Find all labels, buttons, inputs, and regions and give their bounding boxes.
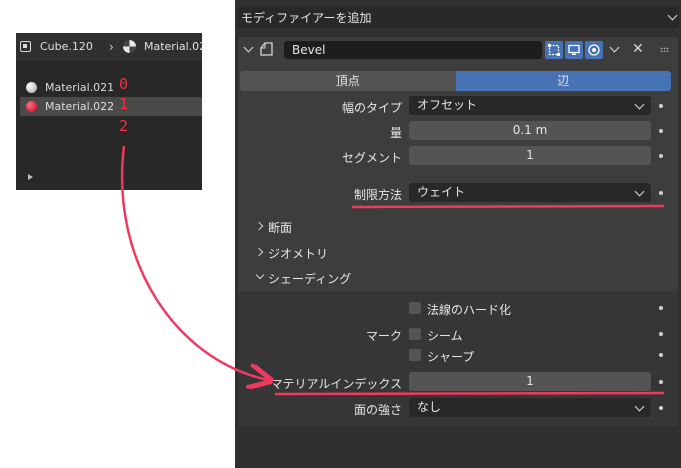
width-type-label: 幅のタイプ — [341, 101, 402, 115]
limit-method-label: 制限方法 — [353, 188, 402, 202]
tab-edges[interactable]: 辺 — [455, 71, 671, 91]
bevel-modifier-icon — [259, 42, 273, 56]
limit-method-value: ウェイト — [417, 185, 466, 199]
subpanel-shading-label: シェーディング — [268, 272, 352, 286]
subpanel-geometry[interactable]: ジオメトリ — [254, 244, 456, 262]
material-index-field[interactable]: 1 — [409, 372, 651, 391]
drag-handle-icon[interactable] — [660, 47, 669, 52]
material-slot-label: Material.021 — [45, 81, 115, 94]
edit-mode-toggle-icon[interactable] — [545, 41, 563, 59]
modifier-menu-chevron-icon[interactable] — [609, 42, 620, 53]
mark-sharp-checkbox[interactable] — [409, 349, 421, 361]
tab-vertices[interactable]: 頂点 — [240, 71, 456, 91]
expand-triangle-icon[interactable] — [28, 174, 33, 180]
affect-tabs: 頂点 辺 — [240, 71, 671, 91]
chevron-right-icon — [254, 221, 264, 231]
material-preview-icon — [26, 82, 37, 93]
slot-index-annotation-0: 0 — [119, 75, 129, 93]
material-sphere-icon — [123, 40, 136, 53]
segments-field[interactable]: 1 — [409, 146, 651, 165]
chevron-right-icon — [254, 247, 264, 257]
material-breadcrumb: Cube.120 › Material.02 — [16, 33, 202, 61]
material-slot-0[interactable]: Material.021 — [20, 78, 202, 97]
material-index-label: マテリアルインデックス — [270, 377, 402, 391]
face-strength-dropdown[interactable]: なし — [409, 398, 651, 417]
shading-subpanel-body: 法線のハード化 マーク シーム シャープ マテリアルインデックス 1 面の強さ … — [238, 291, 678, 427]
keyframe-dot-icon[interactable] — [659, 191, 663, 195]
keyframe-dot-icon[interactable] — [659, 380, 663, 384]
bevel-modifier-box: Bevel ✕ 頂点 辺 幅のタイプ オフセット 量 0.1 m セグメント 1… — [238, 37, 678, 427]
slot-index-annotation-2: 2 — [119, 117, 129, 135]
chevron-down-icon — [634, 186, 645, 197]
material-preview-icon — [26, 101, 37, 112]
keyframe-dot-icon[interactable] — [659, 129, 663, 133]
mark-seam-label: シーム — [427, 329, 463, 343]
face-strength-label: 面の強さ — [353, 403, 402, 417]
viewport-display-toggle-icon[interactable] — [565, 41, 583, 59]
keyframe-dot-icon[interactable] — [659, 104, 663, 108]
mark-sharp-label: シャープ — [427, 350, 475, 364]
limit-method-dropdown[interactable]: ウェイト — [409, 183, 651, 202]
close-icon[interactable]: ✕ — [632, 41, 644, 57]
mark-label: マーク — [365, 329, 402, 343]
render-toggle-icon[interactable] — [585, 41, 603, 59]
add-modifier-label: モディファイアーを追加 — [241, 10, 372, 25]
breadcrumb-chevron-icon: › — [109, 40, 114, 54]
keyframe-dot-icon[interactable] — [659, 332, 663, 336]
subpanel-geometry-label: ジオメトリ — [268, 247, 329, 261]
material-slot-1[interactable]: Material.022 — [20, 97, 202, 116]
mesh-object-icon — [20, 41, 31, 52]
subpanel-shading[interactable]: シェーディング — [255, 269, 456, 287]
chevron-down-icon — [255, 270, 265, 280]
chevron-down-icon — [634, 99, 645, 110]
harden-normals-label: 法線のハード化 — [427, 303, 512, 317]
harden-normals-checkbox[interactable] — [409, 302, 421, 314]
modifier-properties-panel: モディファイアーを追加 Bevel ✕ 頂点 辺 幅のタイプ オフセット 量 0… — [235, 0, 681, 468]
face-strength-value: なし — [417, 400, 442, 414]
object-name: Cube.120 — [40, 40, 93, 53]
amount-label: 量 — [389, 126, 402, 140]
chevron-down-icon — [667, 10, 678, 21]
modifier-name-field[interactable]: Bevel — [284, 41, 542, 59]
add-modifier-menu[interactable]: モディファイアーを追加 — [237, 6, 679, 28]
mark-seam-checkbox[interactable] — [409, 328, 421, 340]
material-slot-label: Material.022 — [45, 100, 115, 113]
keyframe-dot-icon[interactable] — [659, 353, 663, 357]
width-type-dropdown[interactable]: オフセット — [409, 96, 651, 115]
width-type-value: オフセット — [417, 98, 478, 112]
slot-index-annotation-1: 1 — [119, 95, 129, 113]
keyframe-dot-icon[interactable] — [659, 406, 663, 410]
modifier-header: Bevel ✕ — [238, 37, 678, 65]
material-slot-panel: Cube.120 › Material.02 Material.021 Mate… — [16, 33, 202, 190]
keyframe-dot-icon[interactable] — [659, 306, 663, 310]
collapse-chevron-icon[interactable] — [243, 42, 254, 53]
material-slot-list: Material.021 Material.022 — [20, 78, 202, 116]
subpanel-profile[interactable]: 断面 — [254, 218, 456, 236]
segments-label: セグメント — [341, 151, 402, 165]
subpanel-profile-label: 断面 — [268, 221, 293, 235]
keyframe-dot-icon[interactable] — [659, 154, 663, 158]
chevron-down-icon — [634, 401, 645, 412]
material-name: Material.02 — [144, 40, 202, 53]
amount-field[interactable]: 0.1 m — [409, 121, 651, 140]
